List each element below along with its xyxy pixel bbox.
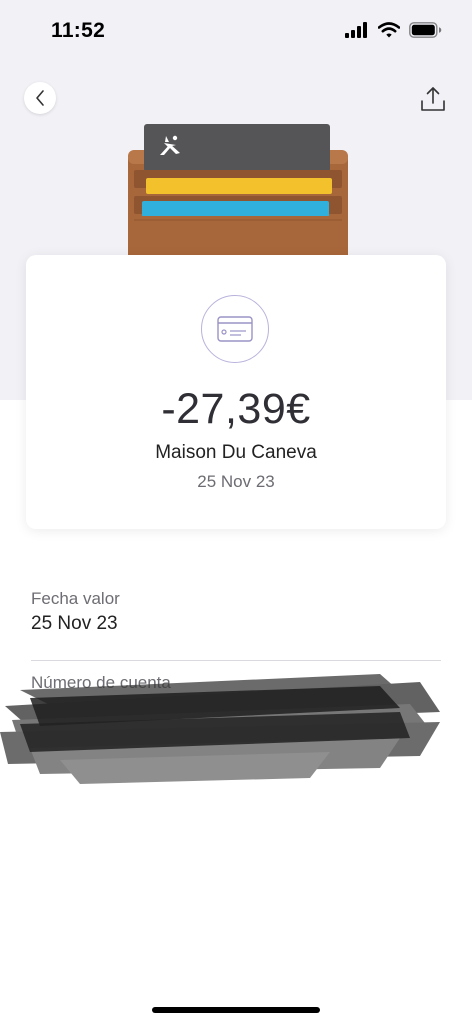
chevron-left-icon [36, 90, 44, 106]
home-indicator[interactable] [152, 1007, 320, 1013]
value-date-label: Fecha valor [31, 589, 120, 608]
merchant-name: Maison Du Caneva [155, 442, 317, 463]
status-icons [345, 22, 442, 38]
status-time: 11:52 [51, 19, 106, 42]
back-button[interactable] [24, 82, 56, 114]
credit-card-icon-container [201, 295, 269, 363]
status-bar: 11:52 [0, 0, 472, 64]
value-date: 25 Nov 23 [31, 613, 118, 634]
battery-icon [409, 22, 442, 38]
wifi-icon [378, 22, 400, 38]
transaction-amount: -27,39€ [161, 385, 311, 433]
share-icon [421, 87, 445, 111]
transaction-date: 25 Nov 23 [197, 472, 275, 491]
share-button[interactable] [418, 84, 448, 114]
cellular-signal-icon [345, 22, 367, 38]
divider [31, 660, 441, 661]
transaction-card: -27,39€ Maison Du Caneva 25 Nov 23 [26, 255, 446, 529]
credit-card-icon [217, 316, 253, 342]
redaction-scribble [0, 674, 440, 784]
wallet-illustration [128, 124, 348, 256]
